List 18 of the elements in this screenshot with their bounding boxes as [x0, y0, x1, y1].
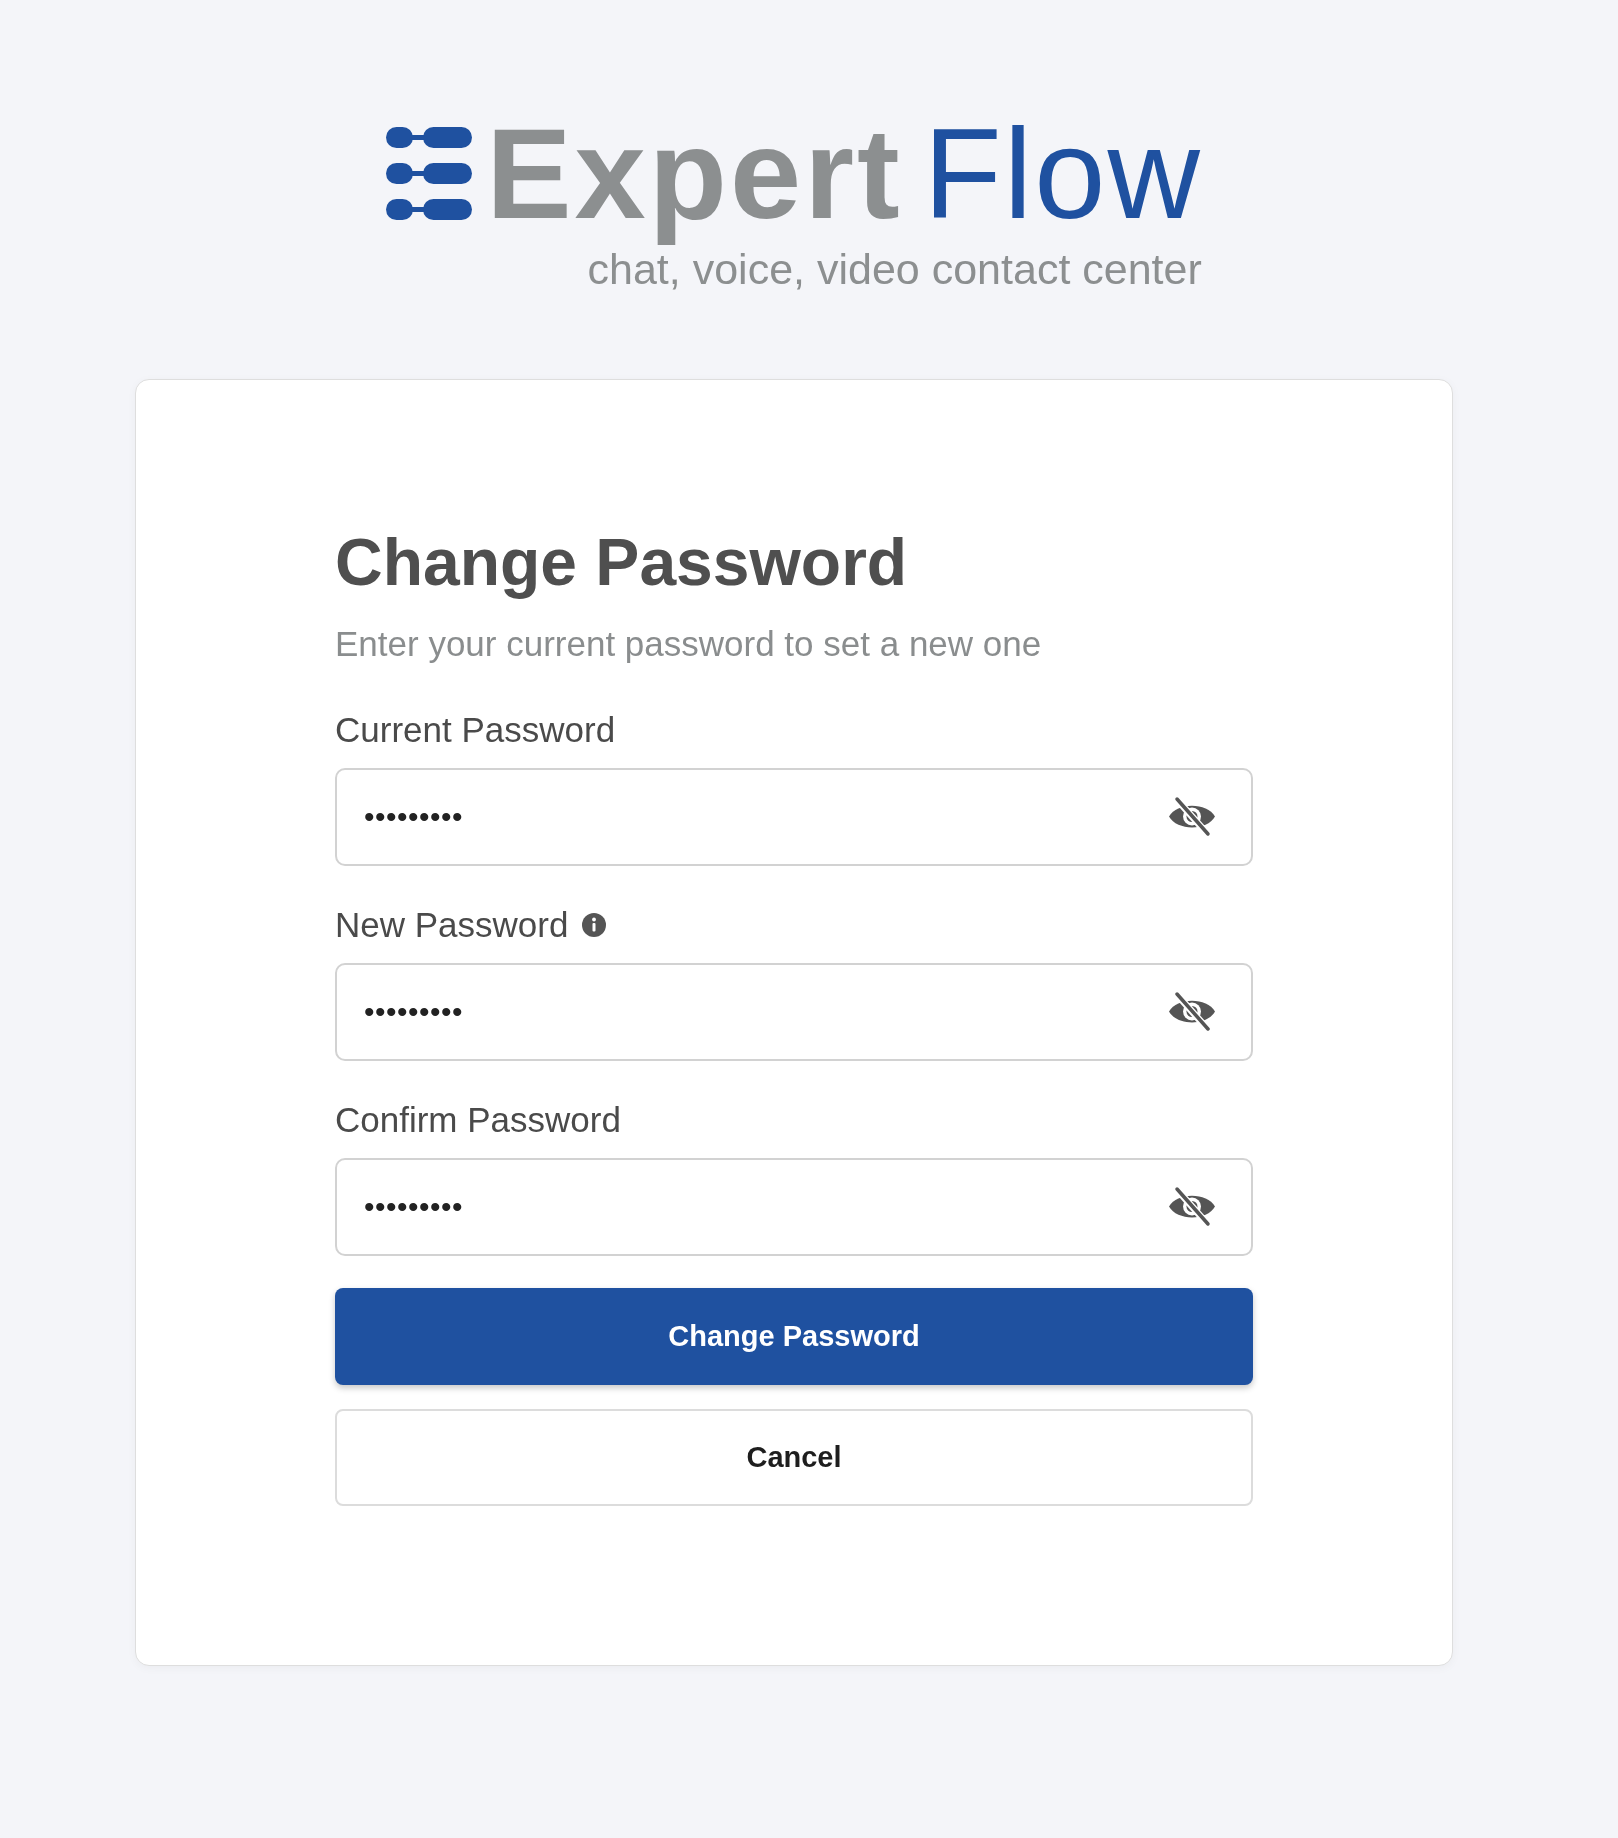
form-title: Change Password: [335, 523, 909, 601]
form-subtitle: Enter your current password to set a new one: [335, 622, 1043, 665]
field-label: New Password: [335, 903, 569, 946]
field-label: Current Password: [335, 708, 616, 751]
eye-slash-icon[interactable]: [1167, 991, 1217, 1033]
logo-tagline: chat, voice, video contact center: [587, 247, 1202, 291]
info-icon[interactable]: [582, 912, 607, 937]
submit-button[interactable]: Change Password: [335, 1287, 1253, 1385]
password-field[interactable]: •••••••••: [335, 767, 1253, 866]
logo-icon: [386, 127, 473, 220]
logo-wordmark: Expert: [486, 101, 903, 247]
eye-slash-icon[interactable]: [1167, 1186, 1217, 1228]
logo-wordmark: Flow: [923, 101, 1202, 247]
field-label: Confirm Password: [335, 1098, 621, 1141]
eye-slash-icon[interactable]: [1167, 796, 1217, 838]
password-field[interactable]: •••••••••: [335, 1157, 1253, 1256]
cancel-button[interactable]: Cancel: [335, 1408, 1253, 1506]
password-field[interactable]: •••••••••: [335, 962, 1253, 1061]
